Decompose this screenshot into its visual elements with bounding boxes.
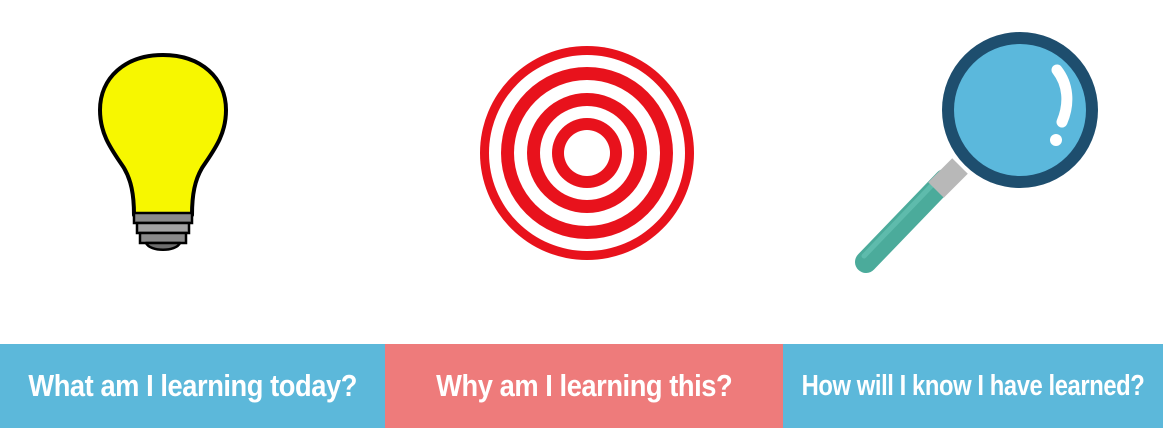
question-panel-how: How will I know I have learned? [783,344,1163,428]
question-panel-why: Why am I learning this? [385,344,783,428]
question-why-label: Why am I learning this? [435,368,733,403]
learning-goals-banner: What am I learning today? Why am I learn… [0,0,1163,428]
magnifying-glass-icon [855,32,1098,273]
target-icon [480,46,694,260]
lightbulb-icon [98,53,228,251]
question-what-label: What am I learning today? [28,368,357,403]
question-bar: What am I learning today? Why am I learn… [0,344,1163,428]
question-how-label: How will I know I have learned? [801,369,1145,402]
icon-row [0,0,1163,344]
question-panel-what: What am I learning today? [0,344,385,428]
